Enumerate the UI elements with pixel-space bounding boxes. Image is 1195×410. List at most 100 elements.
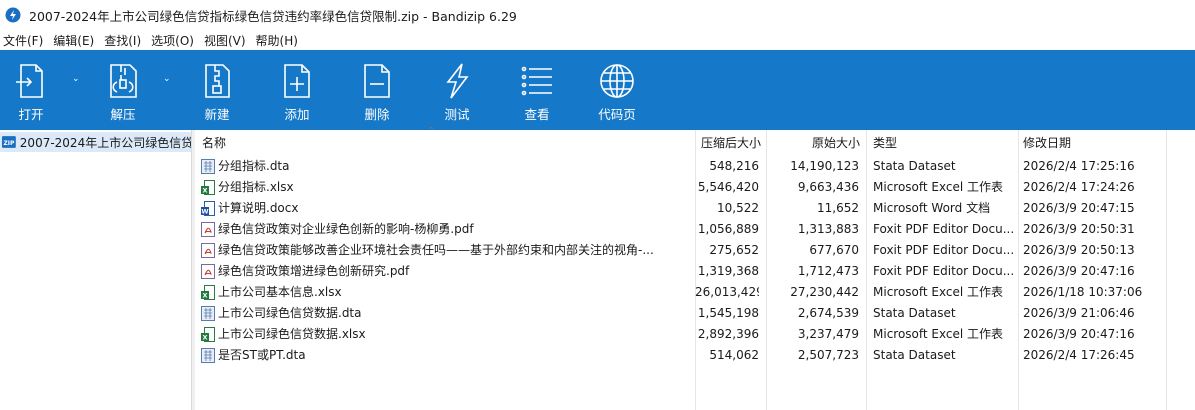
file-original-size: 1,313,883 (797, 222, 859, 236)
file-modified-date: 2026/3/9 20:50:31 (1023, 222, 1135, 236)
folder-tree[interactable]: ZIP 2007-2024年上市公司绿色信贷 (0, 130, 192, 410)
table-row[interactable]: 绿色信贷政策对企业绿色创新的影响-杨柳勇.pdf 1,056,889 1,313,8… (195, 219, 1195, 240)
svg-text:W: W (201, 208, 208, 216)
menu-file[interactable]: 文件(F) (0, 32, 50, 49)
column-header-original[interactable]: 原始大小 (766, 130, 860, 156)
open-label: 打开 (18, 107, 44, 122)
file-original-size: 11,652 (817, 201, 859, 215)
excel-file-icon: X (201, 180, 215, 195)
svg-text:X: X (202, 187, 207, 195)
file-name: 分组指标.dta (218, 159, 290, 173)
file-type: Foxit PDF Editor Docu... (873, 222, 1013, 236)
test-button[interactable]: 测试 (436, 50, 478, 130)
file-name: 绿色信贷政策增进绿色创新研究.pdf (218, 264, 410, 278)
view-label: 查看 (524, 107, 550, 122)
file-modified-date: 2026/3/9 20:47:15 (1023, 201, 1135, 215)
delete-file-icon (364, 64, 390, 98)
file-type: Microsoft Excel 工作表 (873, 285, 1004, 299)
codepage-button[interactable]: 代码页 (596, 50, 638, 130)
new-label: 新建 (204, 107, 230, 122)
file-compressed-size: 275,652 (709, 243, 759, 257)
table-row[interactable]: X 上市公司绿色信贷数据.xlsx 2,892,396 3,237,479 Micros… (195, 324, 1195, 345)
open-dropdown-chevron-icon[interactable]: ⌄ (72, 74, 80, 84)
file-compressed-size: 1,319,368 (697, 264, 759, 278)
view-button[interactable]: 查看 (516, 50, 558, 130)
new-button[interactable]: 新建 (196, 50, 238, 130)
file-original-size: 14,190,123 (790, 159, 859, 173)
stata-file-icon (201, 159, 215, 174)
menu-options[interactable]: 选项(O) (148, 32, 201, 49)
file-compressed-size: 514,062 (709, 348, 759, 362)
extract-label: 解压 (110, 107, 136, 122)
file-modified-date: 2026/3/9 20:50:13 (1023, 243, 1135, 257)
file-name: 分组指标.xlsx (218, 180, 294, 194)
file-original-size: 677,670 (809, 243, 859, 257)
file-name: 绿色信贷政策能够改善企业环境社会责任吗——基于外部约束和内部关注的视角-... (218, 243, 654, 257)
column-header-name[interactable]: 名称 (202, 130, 226, 156)
menu-edit[interactable]: 编辑(E) (50, 32, 101, 49)
file-name: 上市公司绿色信贷数据.xlsx (218, 327, 366, 341)
table-row[interactable]: 绿色信贷政策增进绿色创新研究.pdf 1,319,368 1,712,473 Foxi… (195, 261, 1195, 282)
window-title: 2007-2024年上市公司绿色信贷指标绿色信贷违约率绿色信贷限制.zip - … (29, 8, 517, 24)
menu-bar: 文件(F) 编辑(E) 查找(I) 选项(O) 视图(V) 帮助(H) (0, 30, 1195, 50)
file-list[interactable]: 名称 ⌃ 压缩后大小 原始大小 类型 修改日期 分组指标.dta 548,216 1… (195, 126, 1195, 410)
pdf-file-icon (201, 222, 215, 237)
file-original-size: 2,674,539 (797, 306, 859, 320)
table-row[interactable]: 绿色信贷政策能够改善企业环境社会责任吗——基于外部约束和内部关注的视角-... 2… (195, 240, 1195, 261)
file-type: Stata Dataset (873, 306, 956, 320)
column-header-modified[interactable]: 修改日期 (1023, 130, 1071, 156)
file-modified-date: 2026/3/9 20:47:16 (1023, 327, 1135, 341)
extract-icon (110, 64, 137, 98)
svg-text:ZIP: ZIP (3, 141, 14, 147)
column-header-row: 名称 ⌃ 压缩后大小 原始大小 类型 修改日期 (195, 126, 1195, 156)
tree-item-label: 2007-2024年上市公司绿色信贷 (19, 135, 191, 150)
file-original-size: 27,230,442 (790, 285, 859, 299)
menu-help[interactable]: 帮助(H) (253, 32, 305, 49)
file-original-size: 2,507,723 (797, 348, 859, 362)
file-type: Microsoft Excel 工作表 (873, 180, 1004, 194)
add-button[interactable]: 添加 (276, 50, 318, 130)
file-name: 绿色信贷政策对企业绿色创新的影响-杨柳勇.pdf (218, 222, 474, 236)
table-row[interactable]: 上市公司绿色信贷数据.dta 1,545,198 2,674,539 Stata Da… (195, 303, 1195, 324)
table-row[interactable]: X 分组指标.xlsx 5,546,420 9,663,436 Microsoft Ex… (195, 177, 1195, 198)
globe-icon (600, 64, 634, 98)
file-original-size: 9,663,436 (797, 180, 859, 194)
svg-text:X: X (202, 334, 207, 342)
menu-find[interactable]: 查找(I) (101, 32, 148, 49)
file-compressed-size: 10,522 (717, 201, 759, 215)
table-row[interactable]: 分组指标.dta 548,216 14,190,123 Stata Dataset 20… (195, 156, 1195, 177)
add-label: 添加 (284, 107, 310, 122)
file-name: 上市公司绿色信贷数据.dta (218, 306, 362, 320)
sort-ascending-icon: ⌃ (427, 126, 436, 137)
extract-dropdown-chevron-icon[interactable]: ⌄ (163, 74, 171, 84)
table-row[interactable]: 是否ST或PT.dta 514,062 2,507,723 Stata Dataset… (195, 345, 1195, 366)
file-compressed-size: 5,546,420 (697, 180, 759, 194)
delete-label: 删除 (364, 107, 390, 122)
column-header-type[interactable]: 类型 (873, 130, 897, 156)
table-row[interactable]: W 计算说明.docx 10,522 11,652 Microsoft Word 文档 2… (195, 198, 1195, 219)
title-bar: 2007-2024年上市公司绿色信贷指标绿色信贷违约率绿色信贷限制.zip - … (0, 0, 1195, 30)
extract-button[interactable]: 解压 (102, 50, 144, 130)
codepage-label: 代码页 (598, 107, 636, 122)
file-type: Stata Dataset (873, 348, 956, 362)
file-type: Microsoft Word 文档 (873, 201, 991, 215)
column-header-compressed[interactable]: 压缩后大小 (695, 130, 761, 156)
table-row[interactable]: X 上市公司基本信息.xlsx 26,013,429 27,230,442 Micros… (195, 282, 1195, 303)
open-icon (16, 64, 43, 98)
stata-file-icon (201, 348, 215, 363)
file-type: Foxit PDF Editor Docu... (873, 243, 1013, 257)
menu-view[interactable]: 视图(V) (201, 32, 253, 49)
pdf-file-icon (201, 264, 215, 279)
delete-button[interactable]: 删除 (356, 50, 398, 130)
file-name: 是否ST或PT.dta (218, 348, 306, 362)
test-label: 测试 (444, 107, 470, 122)
excel-file-icon: X (201, 327, 215, 342)
bandizip-app-icon[interactable] (5, 7, 21, 23)
stata-file-icon (201, 306, 215, 321)
tree-item-archive-root[interactable]: ZIP 2007-2024年上市公司绿色信贷 (0, 132, 191, 152)
open-button[interactable]: 打开 (10, 50, 52, 130)
file-modified-date: 2026/2/4 17:24:26 (1023, 180, 1135, 194)
excel-file-icon: X (201, 285, 215, 300)
toolbar: 打开 ⌄ 解压 ⌄ 新建 添加 删除 测试 查看 代码页 (0, 50, 1195, 130)
file-original-size: 1,712,473 (797, 264, 859, 278)
